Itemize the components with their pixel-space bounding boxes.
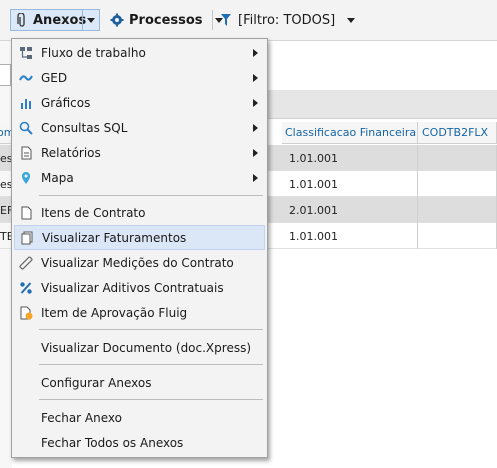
menu-item-label: Item de Aprovação Fluig	[41, 305, 188, 320]
approval-icon	[19, 306, 33, 320]
classificacao-cell: 1.01.001	[282, 145, 418, 171]
codtb2flx-cell	[418, 145, 497, 171]
search-icon	[19, 121, 33, 135]
codtb2flx-cell	[418, 223, 497, 249]
menu-separator	[39, 399, 263, 400]
menu-item-fluxo-de-trabalho[interactable]: Fluxo de trabalho	[14, 40, 265, 65]
menu-item-itens-de-contrato[interactable]: Itens de Contrato	[14, 200, 265, 225]
submenu-arrow-icon	[253, 173, 258, 182]
percent-icon	[19, 281, 33, 295]
menu-item-label: Configurar Anexos	[41, 375, 152, 390]
menu-item-label: Visualizar Aditivos Contratuais	[41, 280, 224, 295]
menu-item-label: Visualizar Documento (doc.Xpress)	[41, 340, 252, 355]
menu-item-visualizar-faturamentos[interactable]: Visualizar Faturamentos	[14, 225, 265, 250]
menu-item-graficos[interactable]: Gráficos	[14, 90, 265, 115]
workflow-icon	[19, 46, 33, 60]
menu-item-label: Consultas SQL	[41, 120, 128, 135]
menu-item-fechar-anexo[interactable]: Fechar Anexo	[14, 405, 265, 430]
submenu-arrow-icon	[253, 148, 258, 157]
anexos-dropdown-arrow[interactable]	[82, 10, 99, 30]
menu-item-label: Visualizar Medições do Contrato	[41, 255, 234, 270]
filter-icon	[220, 13, 232, 27]
toolbar: Anexos Processos [Filtro: TODOS]	[0, 0, 497, 41]
menu-item-label: Mapa	[41, 170, 74, 185]
processos-button[interactable]: Processos	[110, 9, 223, 31]
column-header-codtb2flx[interactable]: CODTB2FLX	[418, 122, 497, 144]
menu-item-label: Visualizar Faturamentos	[42, 230, 187, 245]
menu-item-relatorios[interactable]: Relatórios	[14, 140, 265, 165]
panel-frame	[0, 64, 11, 86]
menu-item-item-de-aprovacao[interactable]: Item de Aprovação Fluig	[14, 300, 265, 325]
codtb2flx-cell	[418, 171, 497, 197]
chevron-down-icon[interactable]	[347, 17, 356, 23]
report-icon	[19, 146, 33, 160]
menu-item-ged[interactable]: GED	[14, 65, 265, 90]
invoice-icon	[20, 231, 34, 245]
processos-label: Processos	[129, 12, 203, 28]
ged-icon	[19, 71, 33, 85]
anexos-label: Anexos	[33, 12, 87, 28]
filtro-label: [Filtro: TODOS]	[238, 12, 336, 28]
menu-item-visualizar-aditivos[interactable]: Visualizar Aditivos Contratuais	[14, 275, 265, 300]
menu-item-mapa[interactable]: Mapa	[14, 165, 265, 190]
document-icon	[19, 206, 33, 220]
submenu-arrow-icon	[253, 98, 258, 107]
classificacao-cell: 1.01.001	[282, 223, 418, 249]
anexos-button[interactable]: Anexos	[10, 9, 100, 31]
menu-item-label: GED	[41, 70, 68, 85]
chart-icon	[19, 96, 33, 110]
toolbar-divider	[212, 10, 213, 30]
menu-item-label: Itens de Contrato	[41, 205, 146, 220]
classificacao-cell: 1.01.001	[282, 171, 418, 197]
paperclip-icon	[17, 12, 27, 28]
submenu-arrow-icon	[253, 123, 258, 132]
menu-item-label: Gráficos	[41, 95, 91, 110]
menu-item-configurar-anexos[interactable]: Configurar Anexos	[14, 370, 265, 395]
menu-separator	[39, 329, 263, 330]
submenu-arrow-icon	[253, 73, 258, 82]
filtro-button[interactable]: [Filtro: TODOS]	[220, 9, 356, 31]
submenu-arrow-icon	[253, 48, 258, 57]
menu-item-label: Fechar Anexo	[41, 410, 122, 425]
menu-item-label: Fechar Todos os Anexos	[41, 435, 184, 450]
menu-item-visualizar-medicoes[interactable]: Visualizar Medições do Contrato	[14, 250, 265, 275]
grid-group-bar	[268, 90, 497, 119]
menu-item-consultas-sql[interactable]: Consultas SQL	[14, 115, 265, 140]
gear-icon	[110, 13, 124, 27]
menu-item-fechar-todos[interactable]: Fechar Todos os Anexos	[14, 430, 265, 455]
map-pin-icon	[19, 171, 33, 185]
menu-item-label: Relatórios	[41, 145, 101, 160]
ruler-icon	[19, 255, 33, 270]
codtb2flx-cell	[418, 197, 497, 223]
menu-item-label: Fluxo de trabalho	[41, 45, 146, 60]
classificacao-cell: 2.01.001	[282, 197, 418, 223]
menu-item-visualizar-documento[interactable]: Visualizar Documento (doc.Xpress)	[14, 335, 265, 360]
anexos-menu: Fluxo de trabalho GED Gráficos Consultas…	[11, 38, 268, 458]
menu-separator	[39, 195, 263, 196]
menu-separator	[39, 364, 263, 365]
column-header-classificacao[interactable]: Classificacao Financeira	[282, 122, 418, 144]
